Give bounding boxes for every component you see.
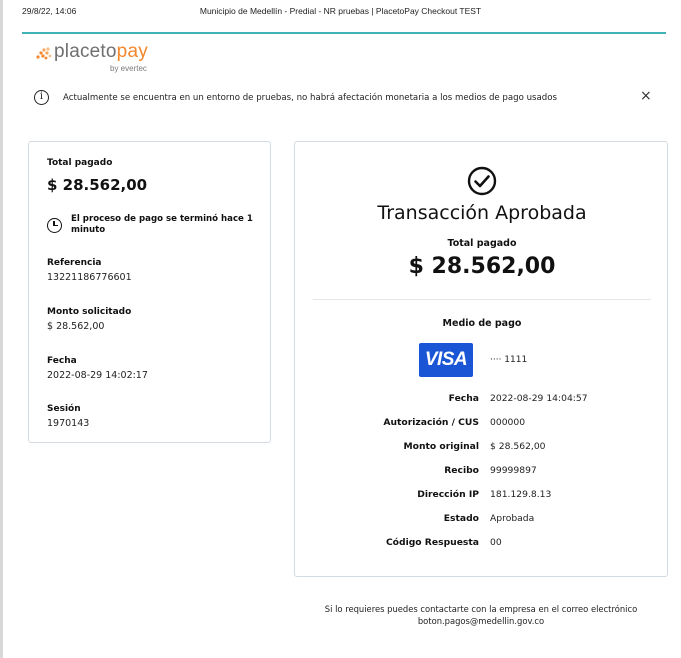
reference-label: Referencia — [47, 258, 102, 268]
detail-value: 000000 — [490, 417, 526, 428]
detail-row: Autorización / CUS 000000 — [295, 417, 669, 431]
check-circle-icon — [467, 166, 497, 196]
process-status-text: El proceso de pago se terminó hace 1 min… — [71, 214, 253, 235]
logo-wordmark-b: pay — [116, 41, 148, 62]
visa-card-icon: VISA — [419, 343, 473, 377]
detail-label: Código Respuesta — [385, 537, 479, 548]
contact-footer: Si lo requieres puedes contactarte con l… — [294, 603, 668, 627]
print-title: Municipio de Medellín - Predial - NR pru… — [199, 6, 482, 16]
session-value: 1970143 — [47, 418, 90, 429]
date-label: Fecha — [47, 356, 77, 366]
date-value: 2022-08-29 14:02:17 — [47, 370, 148, 381]
detail-label: Monto original — [403, 441, 479, 452]
transaction-card: Transacción Aprobada Total pagado $ 28.5… — [294, 141, 668, 577]
logo-wordmark: placetopay — [54, 41, 148, 63]
card-number: ···· 1111 — [490, 355, 528, 365]
detail-row: Dirección IP 181.129.8.13 — [295, 489, 669, 503]
requested-amount-value: $ 28.562,00 — [47, 321, 105, 332]
detail-label: Fecha — [448, 393, 479, 404]
detail-label: Recibo — [444, 465, 479, 476]
logo-subtitle: by evertec — [110, 64, 147, 73]
transaction-total-value: $ 28.562,00 — [408, 254, 556, 279]
detail-label: Dirección IP — [417, 489, 479, 500]
detail-row: Fecha 2022-08-29 14:04:57 — [295, 393, 669, 407]
detail-row: Estado Aprobada — [295, 513, 669, 527]
logo-dots-icon — [36, 47, 52, 60]
detail-value: 2022-08-29 14:04:57 — [490, 393, 588, 404]
header-divider — [22, 32, 666, 34]
alert-text: Actualmente se encuentra en un entorno d… — [63, 93, 557, 103]
logo-wordmark-a: placeto — [54, 41, 117, 62]
contact-email[interactable]: boton.pagos@medellin.gov.co — [294, 615, 668, 627]
total-paid-value: $ 28.562,00 — [47, 176, 148, 194]
requested-amount-label: Monto solicitado — [47, 307, 132, 317]
payment-method-label: Medio de pago — [442, 318, 522, 329]
detail-label: Estado — [443, 513, 479, 524]
transaction-total-label: Total pagado — [447, 238, 517, 249]
detail-value: $ 28.562,00 — [490, 441, 546, 452]
detail-value: Aprobada — [490, 513, 535, 524]
info-icon: i — [34, 90, 49, 105]
total-paid-label: Total pagado — [47, 158, 113, 168]
footer-line-1: Si lo requieres puedes contactarte con l… — [324, 604, 638, 614]
transaction-status-title: Transacción Aprobada — [377, 202, 587, 224]
detail-row: Recibo 99999897 — [295, 465, 669, 479]
detail-row: Monto original $ 28.562,00 — [295, 441, 669, 455]
payment-summary-card: Total pagado $ 28.562,00 El proceso de p… — [28, 141, 271, 443]
detail-value: 181.129.8.13 — [490, 489, 552, 500]
detail-row: Código Respuesta 00 — [295, 537, 669, 551]
section-divider — [313, 299, 651, 300]
detail-value: 00 — [490, 537, 502, 548]
detail-label: Autorización / CUS — [383, 417, 479, 428]
print-header: 29/8/22, 14:06 Municipio de Medellín - P… — [0, 0, 681, 30]
clock-icon — [47, 218, 62, 233]
detail-value: 99999897 — [490, 465, 537, 476]
reference-value: 13221186776601 — [47, 272, 132, 283]
session-label: Sesión — [47, 404, 81, 414]
window-left-edge — [0, 0, 3, 658]
close-icon[interactable]: × — [640, 88, 652, 104]
test-environment-alert: i Actualmente se encuentra en un entorno… — [34, 88, 654, 110]
